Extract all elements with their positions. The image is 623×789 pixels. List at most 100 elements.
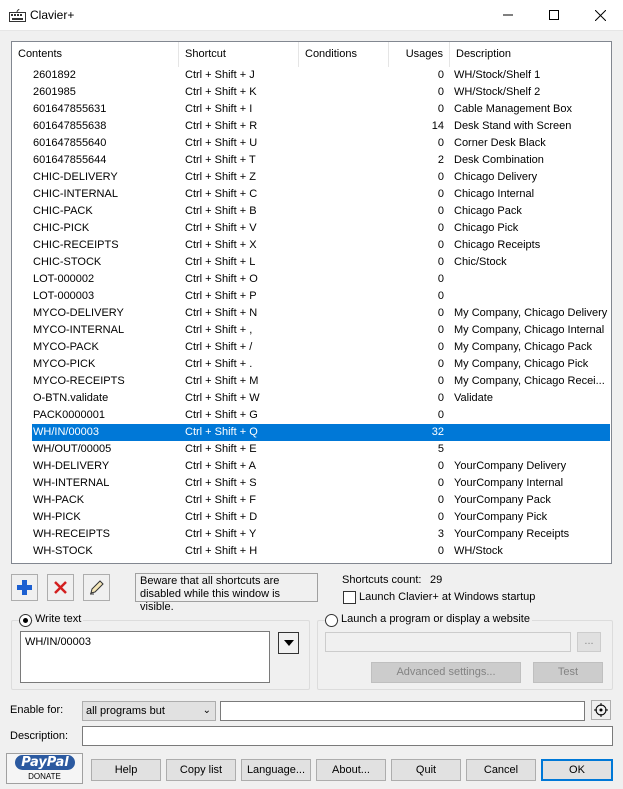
shortcuts-count-value: 29 — [430, 574, 443, 586]
language-button[interactable]: Language... — [241, 759, 311, 781]
table-row[interactable]: CHIC-RECEIPTS Ctrl + Shift + X 0 Chicago Re… — [12, 237, 611, 254]
row-usages-cell: 0 — [437, 477, 444, 489]
about-button[interactable]: About... — [316, 759, 386, 781]
row-contents-cell: WH/OUT/00005 — [33, 443, 112, 455]
row-usages-cell: 0 — [437, 494, 444, 506]
paypal-donate-button[interactable]: PayPal DONATE — [6, 753, 83, 784]
row-shortcut-cell: Ctrl + Shift + / — [185, 341, 253, 353]
table-row[interactable]: WH-DELIVERY Ctrl + Shift + A 0 YourCompany … — [12, 458, 611, 475]
table-row[interactable]: WH-RECEIPTS Ctrl + Shift + Y 3 YourCompany … — [12, 526, 611, 543]
table-row[interactable]: WH-STOCK Ctrl + Shift + H 0 WH/Stock — [12, 543, 611, 560]
column-header-usages[interactable]: Usages — [389, 42, 450, 67]
column-header-shortcut[interactable]: Shortcut — [179, 42, 299, 67]
table-row[interactable]: MYCO-RECEIPTS Ctrl + Shift + M 0 My Company… — [12, 373, 611, 390]
add-shortcut-button[interactable] — [11, 574, 38, 601]
row-description-cell: YourCompany Internal — [454, 477, 564, 489]
table-row[interactable]: 2601892 Ctrl + Shift + J 0 WH/Stock/Shelf 1 — [12, 67, 611, 84]
ok-button[interactable]: OK — [541, 759, 613, 781]
table-row[interactable]: CHIC-PACK Ctrl + Shift + B 0 Chicago Pack — [12, 203, 611, 220]
description-input[interactable] — [82, 726, 613, 746]
programs-input[interactable] — [220, 701, 585, 721]
table-row[interactable]: 601647855631 Ctrl + Shift + I 0 Cable Manag… — [12, 101, 611, 118]
table-row[interactable]: 601647855644 Ctrl + Shift + T 2 Desk Combin… — [12, 152, 611, 169]
row-contents-cell: WH-PICK — [33, 511, 81, 523]
write-text-label[interactable]: Write text — [33, 613, 84, 625]
row-usages-cell: 3 — [437, 528, 444, 540]
table-row[interactable]: LOT-000003 Ctrl + Shift + P 0 — [12, 288, 611, 305]
table-row[interactable]: WH/OUT/00005 Ctrl + Shift + E 5 — [12, 441, 611, 458]
row-contents-cell: CHIC-PACK — [33, 205, 93, 217]
write-text-area[interactable]: WH/IN/00003 — [20, 631, 270, 683]
close-icon — [594, 9, 606, 21]
table-row[interactable]: MYCO-INTERNAL Ctrl + Shift + , 0 My Company… — [12, 322, 611, 339]
row-description-cell — [454, 271, 610, 288]
row-description-cell: My Company, Chicago Pack — [454, 341, 592, 353]
table-row[interactable]: MYCO-DELIVERY Ctrl + Shift + N 0 My Company… — [12, 305, 611, 322]
minimize-button[interactable] — [485, 0, 531, 30]
table-row[interactable]: WH-INTERNAL Ctrl + Shift + S 0 YourCompany … — [12, 475, 611, 492]
column-header-contents[interactable]: Contents — [12, 42, 179, 67]
launch-program-label[interactable]: Launch a program or display a website — [339, 613, 532, 625]
maximize-button[interactable] — [531, 0, 577, 30]
startup-checkbox[interactable] — [343, 591, 356, 604]
quit-button[interactable]: Quit — [391, 759, 461, 781]
cancel-button[interactable]: Cancel — [466, 759, 536, 781]
row-contents-cell: WH-PACK — [33, 494, 85, 506]
row-shortcut-cell: Ctrl + Shift + H — [185, 545, 258, 557]
row-shortcut-cell: Ctrl + Shift + C — [185, 188, 258, 200]
row-shortcut-cell: Ctrl + Shift + . — [185, 358, 253, 370]
write-text-radio[interactable] — [19, 614, 32, 627]
row-usages-cell: 0 — [437, 375, 444, 387]
table-row[interactable]: WH-PACK Ctrl + Shift + F 0 YourCompany Pack — [12, 492, 611, 509]
table-row[interactable]: 2601985 Ctrl + Shift + K 0 WH/Stock/Shelf 2 — [12, 84, 611, 101]
browse-button[interactable]: ... — [577, 632, 601, 652]
row-usages-cell: 0 — [437, 256, 444, 268]
edit-shortcut-button[interactable] — [83, 574, 110, 601]
table-row[interactable]: 601647855640 Ctrl + Shift + U 0 Corner Desk… — [12, 135, 611, 152]
column-header-description[interactable]: Description — [450, 42, 611, 67]
row-shortcut-cell: Ctrl + Shift + X — [185, 239, 257, 251]
shortcuts-list[interactable]: Contents Shortcut Conditions Usages Desc… — [11, 41, 612, 564]
table-row[interactable]: 601647855638 Ctrl + Shift + R 14 Desk Stand… — [12, 118, 611, 135]
help-button[interactable]: Help — [91, 759, 161, 781]
row-usages-cell: 5 — [437, 443, 444, 455]
row-contents-cell: CHIC-DELIVERY — [33, 171, 118, 183]
launch-program-radio[interactable] — [325, 614, 338, 627]
row-usages-cell: 0 — [437, 205, 444, 217]
row-usages-cell: 0 — [437, 239, 444, 251]
row-contents-cell: MYCO-INTERNAL — [33, 324, 125, 336]
table-row[interactable]: PACK0000001 Ctrl + Shift + G 0 — [12, 407, 611, 424]
row-description-cell: My Company, Chicago Delivery — [454, 307, 608, 319]
copy-list-button[interactable]: Copy list — [166, 759, 236, 781]
row-shortcut-cell: Ctrl + Shift + I — [185, 103, 253, 115]
test-button[interactable]: Test — [533, 662, 603, 683]
row-description-cell: WH/Stock/Shelf 2 — [454, 86, 541, 98]
row-shortcut-cell: Ctrl + Shift + W — [185, 392, 260, 404]
enable-for-select[interactable]: all programs but ⌄ — [82, 701, 216, 721]
table-row[interactable]: WH/IN/00003 Ctrl + Shift + Q 32 — [12, 424, 611, 441]
table-row[interactable]: O-BTN.validate Ctrl + Shift + W 0 Validate — [12, 390, 611, 407]
table-row[interactable]: MYCO-PICK Ctrl + Shift + . 0 My Company, Ch… — [12, 356, 611, 373]
table-row[interactable]: CHIC-PICK Ctrl + Shift + V 0 Chicago Pick — [12, 220, 611, 237]
row-contents-cell: 2601985 — [33, 86, 76, 98]
row-shortcut-cell: Ctrl + Shift + D — [185, 511, 258, 523]
row-shortcut-cell: Ctrl + Shift + F — [185, 494, 256, 506]
close-button[interactable] — [577, 0, 623, 30]
row-contents-cell: 601647855640 — [33, 137, 107, 149]
table-row[interactable]: CHIC-DELIVERY Ctrl + Shift + Z 0 Chicago De… — [12, 169, 611, 186]
column-header-conditions[interactable]: Conditions — [299, 42, 389, 67]
row-description-cell: Cable Management Box — [454, 103, 573, 115]
table-row[interactable]: WH-PICK Ctrl + Shift + D 0 YourCompany Pick — [12, 509, 611, 526]
startup-checkbox-label[interactable]: Launch Clavier+ at Windows startup — [359, 591, 535, 603]
table-row[interactable]: MYCO-PACK Ctrl + Shift + / 0 My Company, Ch… — [12, 339, 611, 356]
program-path-input[interactable] — [325, 632, 571, 652]
table-row[interactable]: LOT-000002 Ctrl + Shift + O 0 — [12, 271, 611, 288]
insert-special-button[interactable] — [278, 632, 299, 654]
row-shortcut-cell: Ctrl + Shift + B — [185, 205, 257, 217]
target-picker-button[interactable] — [591, 700, 611, 720]
table-row[interactable]: CHIC-STOCK Ctrl + Shift + L 0 Chic/Stock — [12, 254, 611, 271]
table-row[interactable]: CHIC-INTERNAL Ctrl + Shift + C 0 Chicago In… — [12, 186, 611, 203]
row-usages-cell: 0 — [437, 273, 444, 285]
delete-shortcut-button[interactable] — [47, 574, 74, 601]
advanced-settings-button[interactable]: Advanced settings... — [371, 662, 521, 683]
